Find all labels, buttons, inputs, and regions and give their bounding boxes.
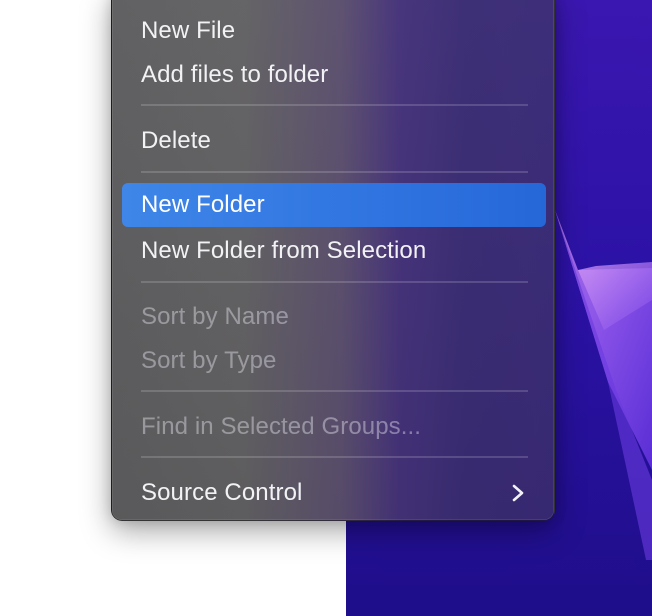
menu-item-label: New File	[141, 17, 236, 44]
menu-item-new-folder[interactable]: New Folder	[122, 183, 546, 227]
menu-separator	[141, 456, 528, 458]
menu-item-label: Delete	[141, 127, 211, 154]
menu-item-label: Sort by Name	[141, 303, 289, 330]
menu-item-label: Find in Selected Groups...	[141, 413, 422, 440]
menu-item-label: New Folder from Selection	[141, 237, 427, 264]
chevron-right-icon	[512, 484, 524, 502]
menu-item-add-files-to-folder[interactable]: Add files to folder	[122, 53, 546, 97]
menu-separator	[141, 390, 528, 392]
menu-item-delete[interactable]: Delete	[122, 119, 546, 163]
menu-item-sort-by-name: Sort by Name	[122, 295, 546, 339]
menu-item-label: Source Control	[141, 479, 303, 506]
menu-item-label: New Folder	[141, 191, 265, 218]
menu-item-label: Sort by Type	[141, 347, 277, 374]
menu-separator	[141, 281, 528, 283]
menu-item-sort-by-type: Sort by Type	[122, 339, 546, 383]
menu-item-label: Add files to folder	[141, 61, 329, 88]
menu-item-source-control[interactable]: Source Control	[122, 471, 546, 515]
menu-item-new-folder-from-selection[interactable]: New Folder from Selection	[122, 229, 546, 273]
menu-separator	[141, 104, 528, 106]
menu-item-find-in-selected-groups: Find in Selected Groups...	[122, 405, 546, 449]
menu-item-new-file[interactable]: New File	[122, 9, 546, 53]
context-menu: New File Add files to folder Delete New …	[111, 0, 555, 521]
menu-separator	[141, 171, 528, 173]
